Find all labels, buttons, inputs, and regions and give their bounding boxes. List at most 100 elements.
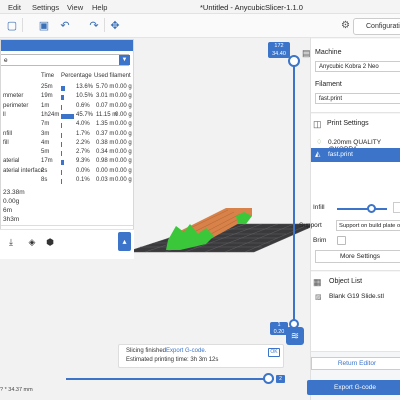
row-weight: 0.00 g bbox=[115, 84, 132, 90]
infill-value-field[interactable] bbox=[393, 202, 400, 213]
col-percentage: Percentage bbox=[61, 73, 92, 79]
percentage-bar bbox=[61, 179, 62, 184]
coordinate-readout: ? * 34.37 mm bbox=[0, 387, 33, 393]
move-slider-handle[interactable] bbox=[263, 373, 274, 384]
row-feature: perimeter bbox=[3, 102, 29, 109]
cube-icon[interactable]: ◈ bbox=[26, 236, 38, 248]
summary-time-a: 6m bbox=[3, 207, 13, 214]
summary-filament-weight: 0.00g bbox=[3, 198, 20, 205]
legend-toggle-icon[interactable]: ▴ bbox=[118, 232, 131, 251]
estimated-time-text: Estimated printing time: 3h 3m 12s bbox=[126, 357, 219, 363]
row-weight: 0.00 g bbox=[115, 167, 132, 174]
row-feature: aterial bbox=[3, 158, 20, 165]
row-length: 0.37 m bbox=[96, 130, 115, 137]
machine-select[interactable]: Anycubic Kobra 2 Neo bbox=[315, 61, 400, 72]
filament-select[interactable]: fast.print bbox=[315, 93, 400, 104]
row-percent: 2.7% bbox=[76, 149, 90, 156]
toolbar-divider bbox=[22, 18, 23, 32]
row-percent: 4.0% bbox=[76, 121, 90, 128]
row-feature: aterial interface bbox=[3, 167, 45, 174]
layer-top-handle[interactable] bbox=[288, 55, 300, 67]
configuration-icon: ⚙ bbox=[341, 20, 350, 31]
export-gcode-link[interactable]: Export G-code. bbox=[166, 348, 206, 354]
row-percent: 2.2% bbox=[76, 139, 90, 146]
row-percent: 0.1% bbox=[76, 177, 90, 183]
row-feature: ll bbox=[3, 111, 6, 118]
infill-slider-handle[interactable] bbox=[367, 204, 376, 213]
row-length: 0.34 m bbox=[96, 149, 115, 156]
menu-edit[interactable]: Edit bbox=[8, 3, 21, 12]
table-row: aterial interface 2s 0.0% 0.00 m 0.00 g bbox=[1, 167, 133, 177]
open-icon[interactable]: ▢ bbox=[4, 17, 20, 33]
export-gcode-button[interactable]: Export G-code bbox=[307, 380, 400, 395]
percentage-bar bbox=[61, 151, 62, 157]
col-time: Time bbox=[41, 73, 55, 79]
notification-ok-button[interactable]: OK bbox=[268, 348, 280, 357]
move-slider-track[interactable] bbox=[66, 378, 274, 380]
row-weight: 0.00 g bbox=[115, 102, 132, 109]
object-list-item[interactable]: Blank G19 Slide.stl bbox=[329, 293, 384, 300]
percentage-bar bbox=[61, 104, 62, 110]
support-label: Support bbox=[299, 222, 322, 229]
menu-help[interactable]: Help bbox=[92, 3, 107, 12]
collapse-icon[interactable]: ⤓ bbox=[5, 236, 17, 248]
row-length: 0.38 m bbox=[96, 139, 115, 146]
table-row: 25m 13.6% 5.70 m 0.00 g bbox=[1, 84, 133, 93]
row-length: 0.00 m bbox=[96, 167, 115, 174]
row-length: 3.01 m bbox=[96, 93, 115, 100]
percentage-bar bbox=[61, 132, 62, 138]
row-length: 5.70 m bbox=[96, 84, 115, 90]
row-time: 5m bbox=[41, 149, 50, 156]
menu-settings[interactable]: Settings bbox=[32, 3, 59, 12]
percentage-bar bbox=[61, 160, 64, 166]
notification-text: Slicing finished. bbox=[126, 348, 168, 354]
row-percent: 0.6% bbox=[76, 102, 90, 109]
object-list-label: Object List bbox=[329, 278, 363, 285]
row-length: 0.03 m bbox=[96, 177, 115, 183]
undo-icon[interactable]: ↶ bbox=[57, 17, 73, 33]
brim-checkbox[interactable] bbox=[337, 236, 346, 245]
percentage-bar bbox=[61, 123, 63, 129]
row-length: 0.07 m bbox=[96, 102, 115, 109]
support-select[interactable]: Support on build plate o bbox=[336, 220, 400, 231]
redo-icon[interactable]: ↷ bbox=[86, 17, 102, 33]
slice-statistics-panel: e ▼ Time Percentage Used filament 23.38m… bbox=[0, 39, 134, 259]
row-feature: nfill bbox=[3, 130, 13, 137]
toolbar-divider bbox=[104, 18, 105, 32]
chevron-down-icon[interactable]: ▼ bbox=[119, 55, 130, 65]
row-time: 2s bbox=[41, 167, 48, 174]
custom-preset-label: fast.print bbox=[328, 151, 353, 158]
layers-icon[interactable]: ≋ bbox=[286, 327, 304, 345]
table-row: fill 4m 2.2% 0.38 m 0.00 g bbox=[1, 139, 133, 149]
custom-preset-row[interactable] bbox=[311, 148, 400, 162]
return-editor-button[interactable]: Return Editor bbox=[311, 357, 400, 370]
support-paint-icon[interactable]: ✥ bbox=[107, 17, 123, 33]
row-weight: 0.00 g bbox=[115, 139, 132, 146]
layer-top-height: 34.40 bbox=[272, 51, 286, 57]
row-time: 1m bbox=[41, 102, 50, 109]
print-settings-card bbox=[311, 114, 400, 271]
row-time: 4m bbox=[41, 139, 50, 146]
stats-divider bbox=[1, 225, 133, 226]
window-title: *Untitled - AnycubicSlicer-1.1.0 bbox=[200, 3, 303, 12]
more-settings-button[interactable]: More Settings bbox=[315, 250, 400, 263]
row-feature: fill bbox=[3, 139, 9, 146]
row-time: 7m bbox=[41, 121, 50, 128]
configuration-button[interactable]: Configurati bbox=[353, 18, 400, 35]
row-time: 19m bbox=[41, 93, 53, 100]
table-row: 8s 0.1% 0.03 m 0.00 g bbox=[1, 177, 133, 186]
move-slider-label: 2 bbox=[276, 375, 285, 383]
stats-header bbox=[1, 40, 133, 51]
row-percent: 10.5% bbox=[76, 93, 94, 100]
infill-slider-track[interactable] bbox=[337, 208, 387, 210]
row-percent: 13.6% bbox=[76, 84, 94, 90]
save-icon[interactable]: ▣ bbox=[36, 17, 52, 33]
percentage-bar bbox=[61, 113, 74, 119]
percentage-bar bbox=[61, 86, 65, 91]
row-length: 1.35 m bbox=[96, 121, 115, 128]
view-type-select[interactable]: e bbox=[1, 54, 129, 66]
printer-icon: ▤ bbox=[302, 48, 311, 58]
menu-view[interactable]: View bbox=[67, 3, 83, 12]
cube-view-icon[interactable]: ⬢ bbox=[44, 236, 56, 248]
layer-slider-track[interactable] bbox=[293, 56, 295, 324]
